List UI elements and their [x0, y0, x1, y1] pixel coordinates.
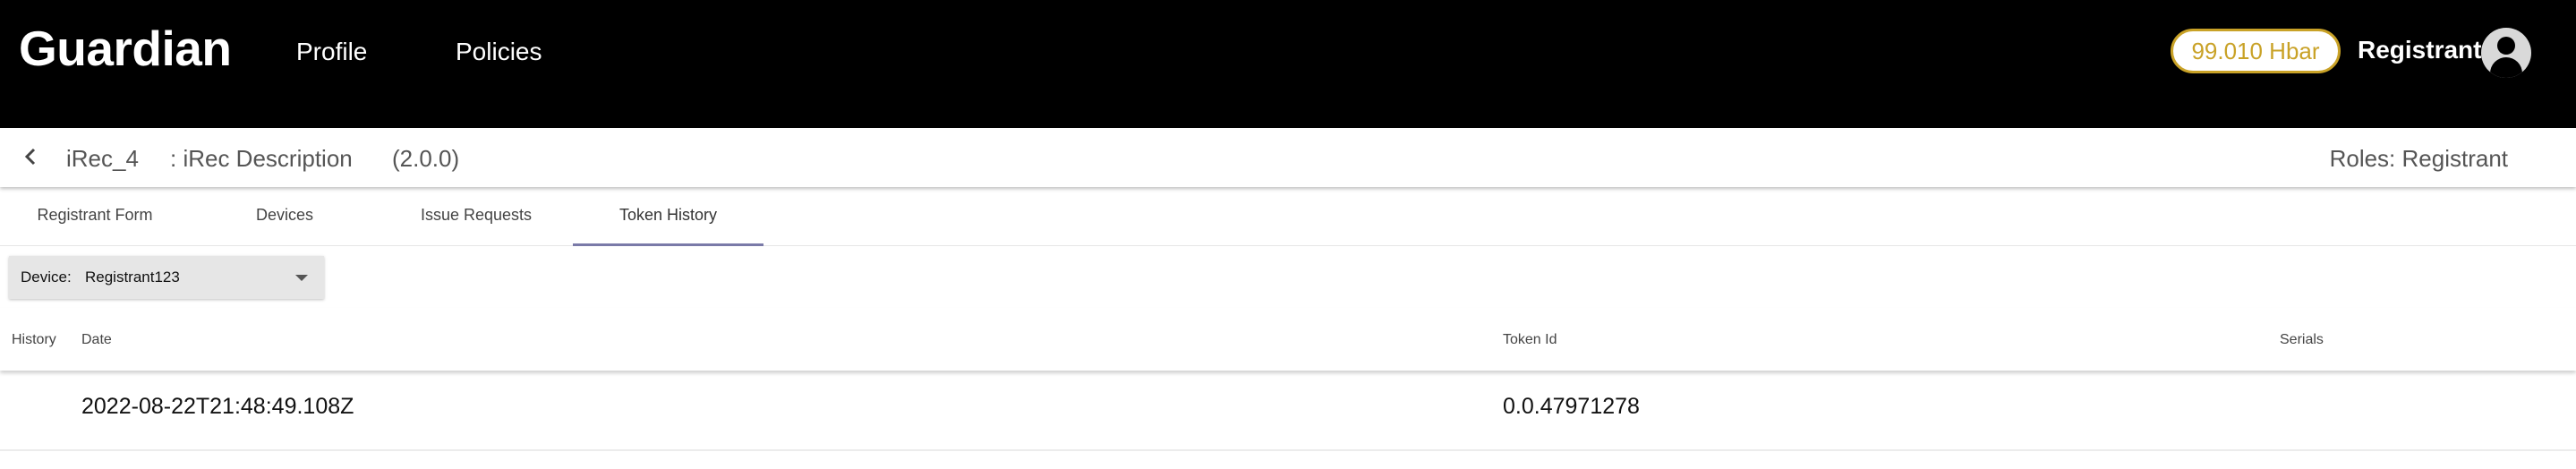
device-select-label: Device: [21, 269, 72, 286]
user-name: Registrant [2358, 36, 2482, 64]
device-select[interactable]: Device: Registrant123 [9, 256, 324, 299]
top-navbar: Guardian Profile Policies 99.010 Hbar Re… [0, 0, 2576, 128]
table-row[interactable]: 2022-08-22T21:48:49.108Z 0.0.47971278 [0, 371, 2576, 451]
column-header-token-id[interactable]: Token Id [1503, 332, 1557, 348]
table-header: History Date Token Id Serials [0, 308, 2576, 371]
nav-profile-link[interactable]: Profile [296, 38, 367, 66]
chevron-left-icon[interactable] [21, 147, 41, 166]
policy-name: iRec_4 [66, 145, 139, 172]
tab-registrant-form[interactable]: Registrant Form [0, 190, 190, 243]
policy-description: : iRec Description [170, 145, 353, 172]
cell-token-id: 0.0.47971278 [1503, 394, 1640, 419]
avatar-head [2497, 37, 2515, 55]
cell-date: 2022-08-22T21:48:49.108Z [81, 394, 354, 419]
tab-issue-requests[interactable]: Issue Requests [380, 190, 573, 243]
app-logo[interactable]: Guardian [19, 20, 232, 77]
policy-header: iRec_4 : iRec Description (2.0.0) Roles:… [0, 128, 2576, 187]
tab-token-history[interactable]: Token History [573, 190, 763, 246]
column-header-history[interactable]: History [12, 332, 56, 348]
nav-policies-link[interactable]: Policies [456, 38, 542, 66]
column-header-date[interactable]: Date [81, 332, 112, 348]
roles-label: Roles: Registrant [2329, 145, 2508, 172]
column-header-serials[interactable]: Serials [2280, 332, 2324, 348]
policy-version: (2.0.0) [392, 145, 460, 172]
device-select-value: Registrant123 [85, 269, 180, 286]
balance-badge: 99.010 Hbar [2171, 29, 2341, 73]
avatar-body [2490, 57, 2522, 78]
tab-devices[interactable]: Devices [190, 190, 380, 243]
arrow-drop-down-icon [295, 275, 308, 281]
account-circle-icon[interactable] [2481, 28, 2531, 78]
policy-tabs: Registrant Form Devices Issue Requests T… [0, 190, 2576, 246]
